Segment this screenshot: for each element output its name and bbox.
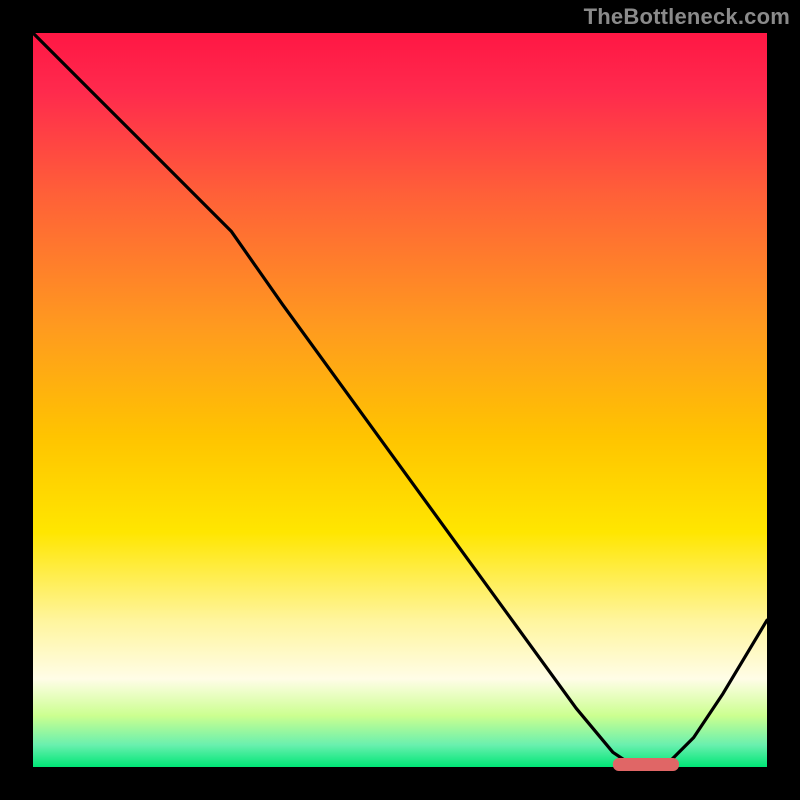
chart-svg <box>0 0 800 800</box>
minimum-marker <box>613 758 679 771</box>
watermark-text: TheBottleneck.com <box>584 4 790 30</box>
